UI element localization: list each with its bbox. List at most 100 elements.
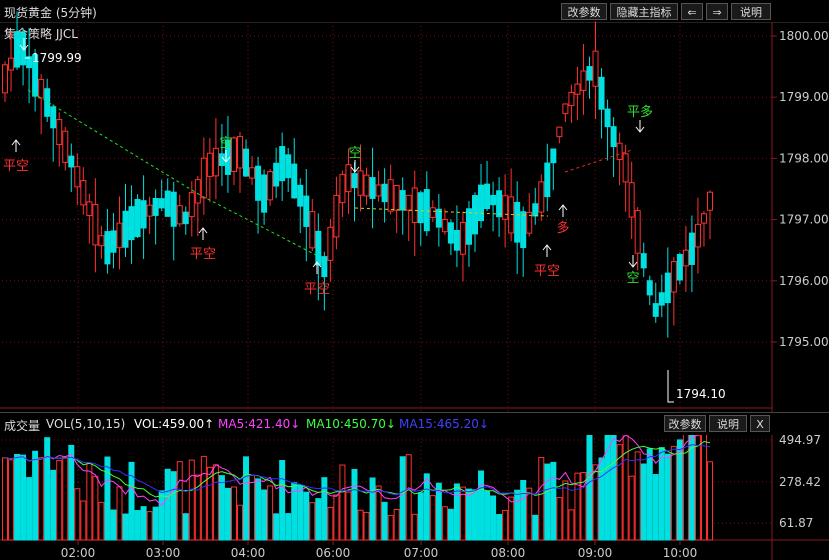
- candle-body: [574, 83, 581, 95]
- volume-bar: [592, 464, 599, 541]
- volume-bar: [658, 447, 665, 541]
- price-tick: 1796.00: [779, 274, 829, 288]
- candle-body: [86, 201, 93, 217]
- volume-bar: [357, 509, 364, 541]
- candle-body: [502, 195, 509, 220]
- volume-bar: [303, 491, 310, 541]
- candle-body: [243, 148, 250, 177]
- volume-bar: [261, 489, 268, 541]
- candle-body: [375, 184, 382, 197]
- price-chart[interactable]: 1800.00 1799.00 1798.00 1797.00 1796.00 1795.…: [0, 0, 829, 560]
- candle-body: [56, 119, 63, 146]
- volume-bar: [399, 456, 406, 541]
- volume-bar: [405, 454, 412, 541]
- volume-bar: [646, 448, 653, 541]
- volume-bar: [56, 459, 63, 541]
- high-label: 1799.99: [32, 51, 82, 65]
- volume-bar: [315, 498, 322, 541]
- candle-body: [393, 185, 400, 211]
- volume-bar: [508, 496, 515, 541]
- price-tick: 1797.00: [779, 213, 829, 227]
- candle-body: [194, 179, 201, 204]
- volume-bar: [538, 457, 545, 541]
- candle-body: [646, 280, 653, 296]
- volume-bar: [447, 508, 454, 541]
- signal-arrow-icon: [350, 160, 360, 173]
- candle-body: [694, 223, 701, 248]
- volume-bar: [526, 487, 533, 541]
- candle-body: [261, 174, 268, 213]
- volume-bar: [32, 450, 39, 541]
- volume-params-button[interactable]: 改参数: [664, 415, 706, 432]
- volume-bar: [472, 489, 478, 541]
- candle-body: [351, 173, 358, 189]
- volume-bar: [38, 457, 45, 541]
- candle-body: [423, 189, 430, 232]
- candle-body: [321, 256, 328, 278]
- volume-bar: [707, 461, 713, 541]
- volume-bar: [502, 509, 509, 541]
- signal-label: 平空: [3, 159, 29, 174]
- volume-bar: [393, 508, 400, 541]
- candle-body: [2, 64, 8, 94]
- signal-label: 空: [348, 146, 361, 161]
- volume-bar: [309, 502, 316, 541]
- volume-bar: [544, 463, 551, 541]
- volume-bar: [68, 444, 75, 541]
- candle-body: [134, 198, 141, 238]
- candle-body: [315, 230, 322, 266]
- volume-title: 成交量: [4, 419, 41, 433]
- candle-body: [80, 180, 87, 206]
- ma15-value: MA15:465.20↓: [399, 417, 489, 431]
- volume-bar: [8, 459, 15, 541]
- candle-body: [74, 166, 81, 188]
- volume-close-button[interactable]: X: [750, 415, 770, 432]
- volume-bar: [333, 494, 340, 541]
- candle-body: [478, 184, 485, 222]
- candle-body: [279, 146, 286, 182]
- candle-body: [273, 162, 280, 187]
- volume-bar: [188, 459, 195, 541]
- volume-tick: 494.97: [779, 433, 821, 447]
- volume-bar: [586, 431, 593, 541]
- volume-bar: [622, 432, 629, 541]
- candle-body: [664, 272, 671, 304]
- candle-body: [550, 148, 557, 164]
- candle-body: [152, 198, 159, 216]
- time-tick: 02:00: [61, 546, 96, 560]
- volume-bar: [694, 435, 701, 541]
- volume-tick: 61.87: [779, 516, 813, 530]
- candle-body: [387, 179, 394, 212]
- volume-bar: [176, 461, 183, 541]
- volume-bar: [568, 509, 575, 541]
- volume-bar: [640, 463, 647, 541]
- volume-bar: [423, 473, 430, 541]
- volume-bar: [14, 453, 21, 541]
- candle-body: [170, 191, 177, 227]
- candle-body: [670, 261, 677, 293]
- signal-arrow-icon: [198, 227, 208, 240]
- volume-bar: [273, 513, 280, 541]
- volume-bar: [230, 486, 237, 541]
- volume-bar: [363, 511, 370, 541]
- volume-bar: [321, 477, 328, 541]
- volume-help-button[interactable]: 说明: [709, 415, 747, 432]
- volume-bar: [237, 504, 243, 541]
- volume-bar: [122, 513, 129, 541]
- candle-body: [417, 192, 424, 224]
- volume-bar: [700, 418, 707, 541]
- candle-body: [514, 201, 521, 243]
- volume-bar: [279, 459, 286, 541]
- candle-body: [92, 204, 99, 246]
- candle-body: [140, 200, 147, 229]
- volume-bar: [484, 490, 491, 541]
- candle-body: [116, 222, 123, 249]
- candle-body: [98, 235, 105, 247]
- time-tick: 03:00: [146, 546, 181, 560]
- candle-body: [104, 231, 111, 265]
- volume-bar: [212, 464, 219, 541]
- price-tick: 1798.00: [779, 151, 829, 165]
- signal-label: 空: [219, 136, 232, 151]
- candle-body: [640, 253, 647, 269]
- volume-bar: [387, 515, 394, 541]
